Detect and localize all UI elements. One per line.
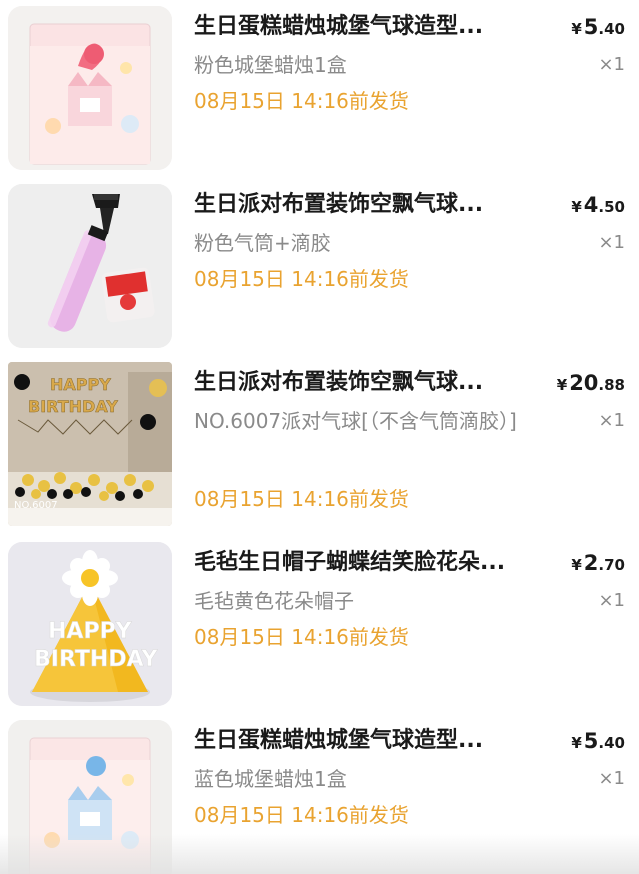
product-thumbnail[interactable]: HAPPY BIRTHDAY NO.6007 xyxy=(8,362,172,526)
product-variant: 毛毡黄色花朵帽子 xyxy=(194,589,354,613)
ship-deadline: 08月15日 14:16前发货 xyxy=(194,487,409,511)
product-price: ¥4.50 xyxy=(571,190,625,222)
product-price: ¥5.40 xyxy=(571,12,625,44)
price-integer: 4 xyxy=(583,193,599,217)
product-quantity: ×1 xyxy=(598,590,625,611)
pink-balloon-pump-image xyxy=(8,184,172,348)
product-quantity: ×1 xyxy=(598,54,625,75)
order-item[interactable]: 生日蛋糕蜡烛城堡气球造型... ¥5.40 粉色城堡蜡烛1盒 ×1 08月15日… xyxy=(0,0,639,170)
pink-castle-candle-box-image xyxy=(8,6,172,170)
product-thumbnail[interactable]: HAPPY BIRTHDAY xyxy=(8,542,172,706)
currency-symbol: ¥ xyxy=(571,556,582,574)
ship-deadline: 08月15日 14:16前发货 xyxy=(194,625,409,649)
product-thumbnail[interactable] xyxy=(8,184,172,348)
image-banner-line1: HAPPY xyxy=(50,375,111,394)
price-integer: 5 xyxy=(583,15,599,39)
product-variant: 粉色城堡蜡烛1盒 xyxy=(194,53,347,77)
product-price: ¥20.88 xyxy=(557,368,625,400)
price-decimal: .40 xyxy=(598,734,625,752)
product-quantity: ×1 xyxy=(598,232,625,253)
price-decimal: .40 xyxy=(598,20,625,38)
product-variant: NO.6007派对气球[（不含气筒滴胶）] xyxy=(194,409,517,433)
order-item[interactable]: HAPPY BIRTHDAY 毛毡生日帽子蝴蝶结笑脸花朵... ¥2.70 毛毡… xyxy=(0,536,639,706)
currency-symbol: ¥ xyxy=(571,198,582,216)
price-decimal: .88 xyxy=(598,376,625,394)
yellow-felt-birthday-hat-image: HAPPY BIRTHDAY xyxy=(8,542,172,706)
ship-deadline: 08月15日 14:16前发货 xyxy=(194,89,409,113)
ship-deadline: 08月15日 14:16前发货 xyxy=(194,803,409,827)
currency-symbol: ¥ xyxy=(556,376,568,394)
product-title[interactable]: 生日蛋糕蜡烛城堡气球造型... xyxy=(194,726,539,756)
order-item[interactable]: HAPPY BIRTHDAY NO.6007 生日派对布置装饰空飘气球... ¥… xyxy=(0,356,639,534)
order-item-list: 生日蛋糕蜡烛城堡气球造型... ¥5.40 粉色城堡蜡烛1盒 ×1 08月15日… xyxy=(0,0,639,874)
price-integer: 2 xyxy=(583,551,599,575)
product-variant: 粉色气筒+滴胶 xyxy=(194,231,331,255)
product-title[interactable]: 生日派对布置装饰空飘气球... xyxy=(194,368,529,398)
product-title[interactable]: 生日蛋糕蜡烛城堡气球造型... xyxy=(194,12,539,42)
price-decimal: .50 xyxy=(598,198,625,216)
product-title[interactable]: 毛毡生日帽子蝴蝶结笑脸花朵... xyxy=(194,548,539,578)
bottom-fade-overlay xyxy=(0,834,639,874)
product-variant: 蓝色城堡蜡烛1盒 xyxy=(194,767,347,791)
order-item[interactable]: 生日派对布置装饰空飘气球... ¥4.50 粉色气筒+滴胶 ×1 08月15日 … xyxy=(0,178,639,348)
ship-deadline: 08月15日 14:16前发货 xyxy=(194,267,409,291)
image-text-line2: BIRTHDAY xyxy=(34,647,159,672)
image-model-number: NO.6007 xyxy=(14,500,58,511)
product-price: ¥5.40 xyxy=(571,726,625,758)
price-integer: 20 xyxy=(569,371,599,395)
price-integer: 5 xyxy=(583,729,599,753)
image-banner-line2: BIRTHDAY xyxy=(28,397,118,416)
happy-birthday-balloon-set-image: HAPPY BIRTHDAY NO.6007 xyxy=(8,362,172,526)
price-decimal: .70 xyxy=(598,556,625,574)
currency-symbol: ¥ xyxy=(571,20,582,38)
product-title[interactable]: 生日派对布置装饰空飘气球... xyxy=(194,190,539,220)
currency-symbol: ¥ xyxy=(571,734,582,752)
product-quantity: ×1 xyxy=(598,768,625,789)
product-thumbnail[interactable] xyxy=(8,6,172,170)
product-price: ¥2.70 xyxy=(571,548,625,580)
product-quantity: ×1 xyxy=(598,410,625,431)
image-text-line1: HAPPY xyxy=(48,619,133,644)
